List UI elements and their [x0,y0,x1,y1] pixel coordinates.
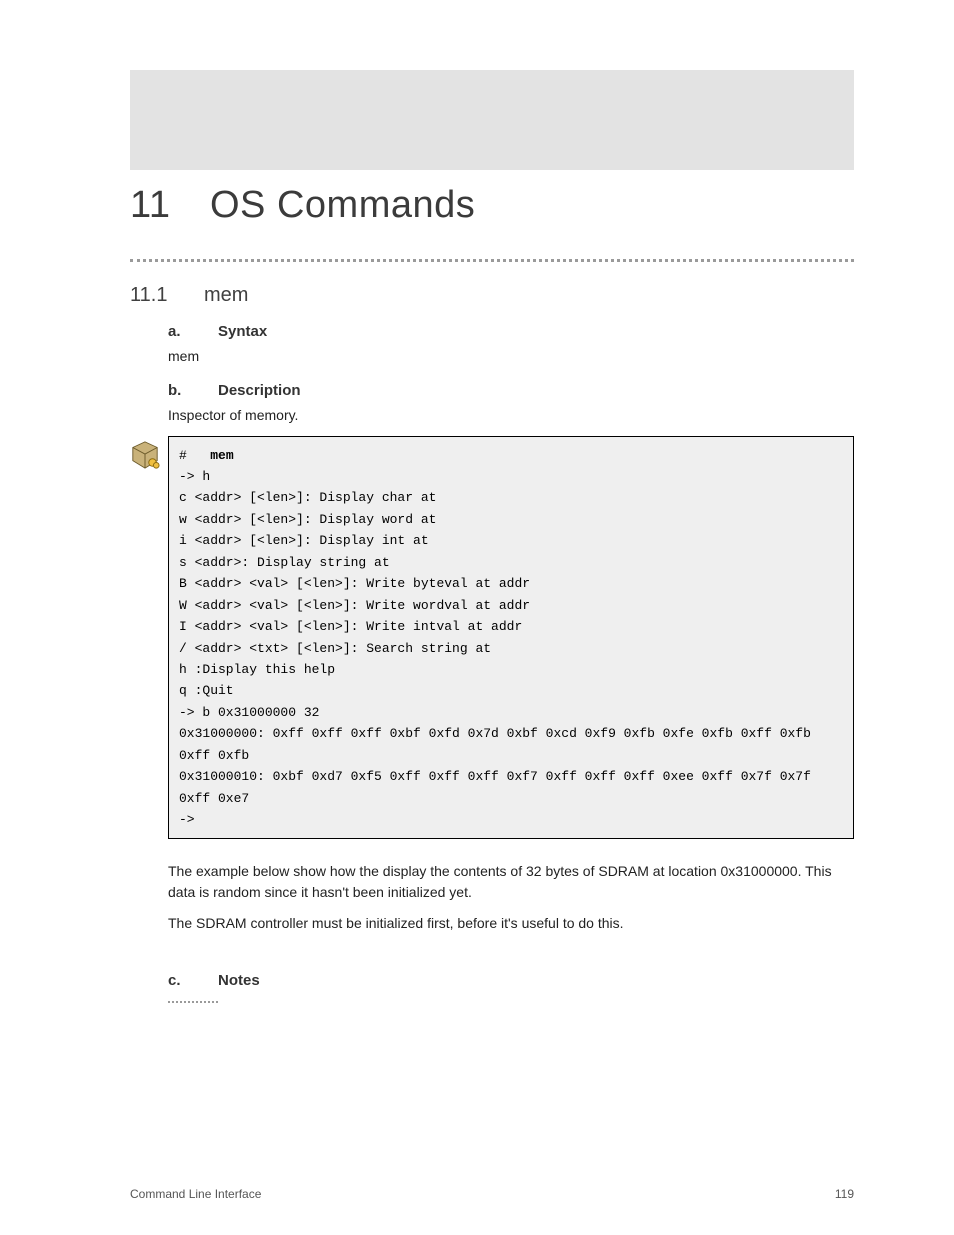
code-line: s <addr>: Display string at [179,552,843,573]
footer-page-number: 119 [835,1187,854,1201]
code-line-prompt: # mem [179,445,843,466]
subsection-notes-num: c. [168,972,218,989]
section-title: mem [204,284,248,306]
description-paragraph-1: The example below show how the display t… [168,861,854,903]
divider-dotted-short [168,1001,218,1003]
subsection-notes-title: Notes [218,972,260,989]
description-paragraph-2: The SDRAM controller must be initialized… [168,913,854,934]
page: 11OS Commands 11.1mem a.Syntax mem b.Des… [0,0,954,1235]
page-footer: Command Line Interface 119 [0,1187,954,1201]
subsection-desc-heading: b.Description [168,382,854,399]
code-line: w <addr> [<len>]: Display word at [179,509,843,530]
code-line: c <addr> [<len>]: Display char at [179,487,843,508]
code-line: / <addr> <txt> [<len>]: Search string at [179,638,843,659]
package-icon [130,440,160,470]
chapter-number: 11 [130,184,210,227]
icon-column [130,436,168,470]
code-line: 0x31000010: 0xbf 0xd7 0xf5 0xff 0xff 0xf… [179,766,843,809]
code-prompt: # [179,448,187,463]
code-line: -> [179,809,843,830]
code-line: W <addr> <val> [<len>]: Write wordval at… [179,595,843,616]
subsection-syntax-num: a. [168,323,218,340]
code-line: 0x31000000: 0xff 0xff 0xff 0xbf 0xfd 0x7… [179,723,843,766]
code-line: i <addr> [<len>]: Display int at [179,530,843,551]
footer-left: Command Line Interface [130,1187,261,1201]
section-number: 11.1 [130,284,204,307]
desc-text: Inspector of memory. [168,405,854,425]
code-line: -> b 0x31000000 32 [179,702,843,723]
code-line: B <addr> <val> [<len>]: Write byteval at… [179,573,843,594]
example-row: # mem -> h c <addr> [<len>]: Display cha… [130,436,854,840]
code-line: q :Quit [179,680,843,701]
subsection-notes-heading: c.Notes [168,972,854,989]
section-heading: 11.1mem [130,284,854,307]
code-line: I <addr> <val> [<len>]: Write intval at … [179,616,843,637]
syntax-text: mem [168,346,854,366]
code-line: h :Display this help [179,659,843,680]
subsection-syntax-heading: a.Syntax [168,323,854,340]
chapter-title: OS Commands [210,184,475,226]
code-command: mem [210,448,233,463]
subsection-desc-title: Description [218,382,301,399]
code-line: -> h [179,466,843,487]
code-block: # mem -> h c <addr> [<len>]: Display cha… [168,436,854,840]
subsection-syntax-title: Syntax [218,323,267,340]
divider-dotted [130,259,854,262]
subsection-desc-num: b. [168,382,218,399]
chapter-graybar [130,70,854,170]
chapter-heading: 11OS Commands [130,184,854,227]
